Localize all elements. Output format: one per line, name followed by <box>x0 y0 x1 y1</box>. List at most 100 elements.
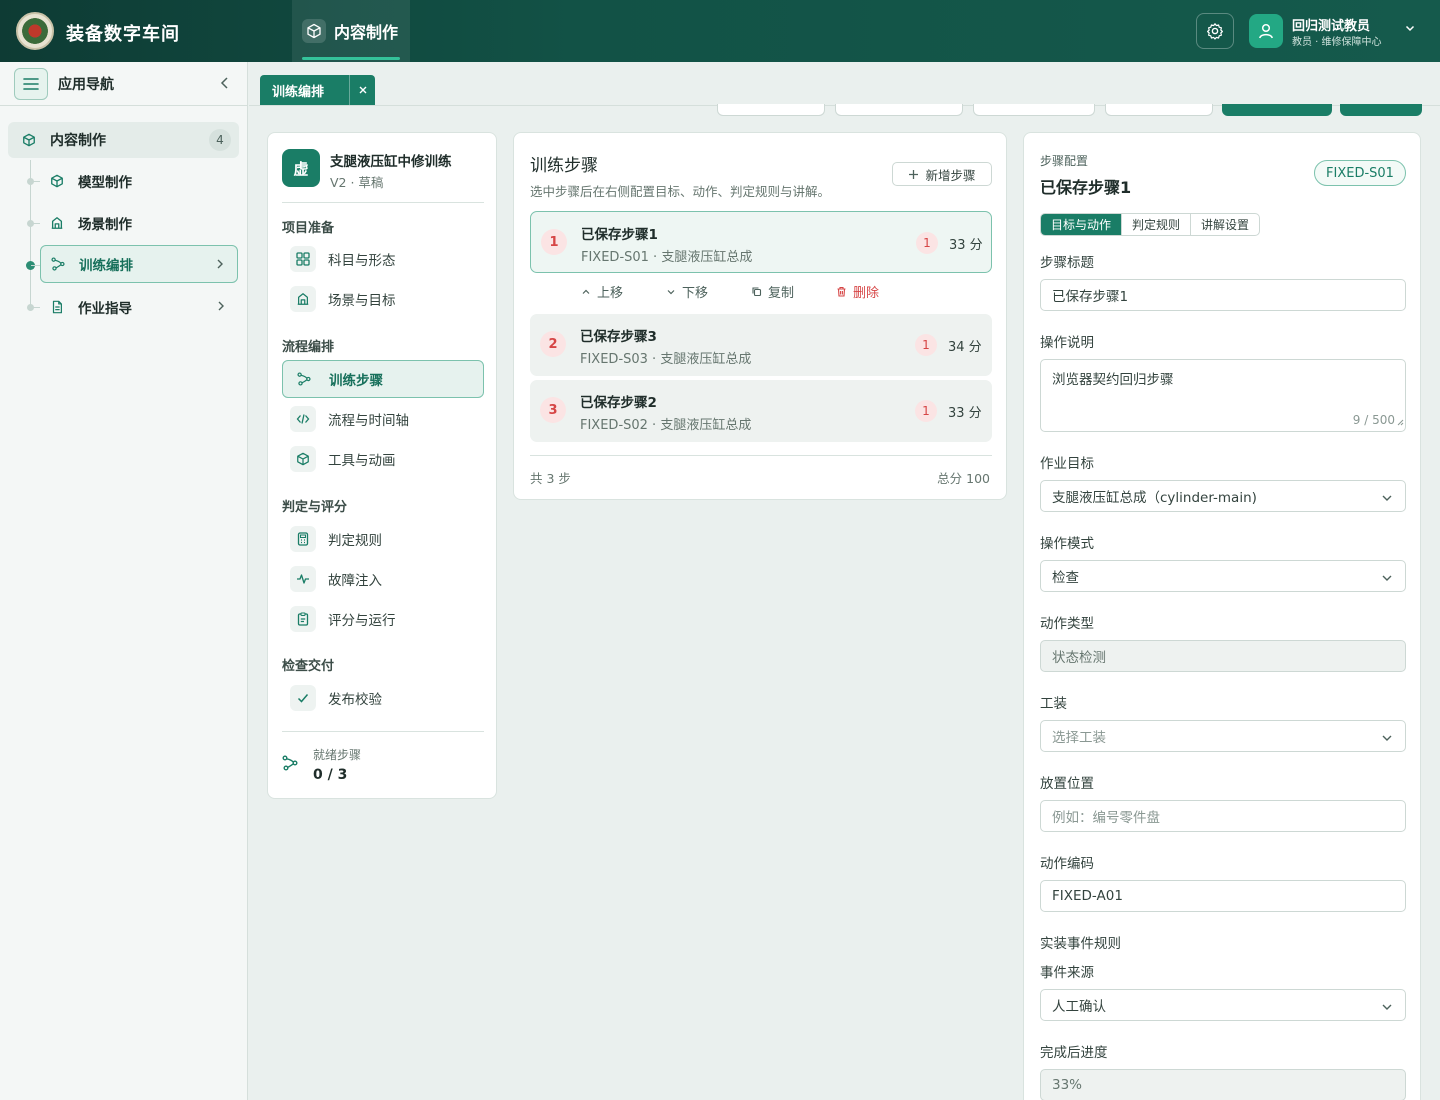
sidebar-group-content-production[interactable]: 内容制作 4 <box>8 122 239 158</box>
top-tab-content-production[interactable]: 内容制作 <box>292 0 410 62</box>
nav-publish-check[interactable]: 发布校验 <box>282 679 484 717</box>
toolbar-publish-button[interactable] <box>1340 104 1422 116</box>
sidebar-item-label: 训练编排 <box>79 258 133 274</box>
tab-strip: 训练编排 <box>249 62 1440 106</box>
nav-fault-injection[interactable]: 故障注入 <box>282 560 484 598</box>
nav-scene-target[interactable]: 场景与目标 <box>282 280 484 318</box>
tree-stub <box>31 307 40 308</box>
sidebar-group-count: 4 <box>209 129 231 151</box>
trash-icon <box>837 286 846 297</box>
chevron-left-icon[interactable] <box>219 76 231 94</box>
nav-tools-animation[interactable]: 工具与动画 <box>282 440 484 478</box>
active-tab-indicator <box>302 57 400 60</box>
sidebar-title: 应用导航 <box>58 76 114 93</box>
nav-scoring-run[interactable]: 评分与运行 <box>282 600 484 638</box>
steps-title: 训练步骤 <box>530 156 598 176</box>
nav-label: 训练步骤 <box>329 373 383 389</box>
document-icon <box>52 300 62 314</box>
tab-narration[interactable]: 讲解设置 <box>1191 214 1259 235</box>
toolbar-button[interactable] <box>717 104 825 116</box>
chevron-down-icon <box>1381 491 1393 507</box>
nav-flow-timeline[interactable]: 流程与时间轴 <box>282 400 484 438</box>
step-title: 已保存步骤3 <box>580 329 657 345</box>
cube-icon <box>23 133 35 147</box>
nav-judge-rules[interactable]: 判定规则 <box>282 520 484 558</box>
event-source-value: 人工确认 <box>1052 999 1106 1015</box>
sidebar-item-training[interactable]: 训练编排 <box>40 245 238 283</box>
step-subtitle: FIXED-S03 · 支腿液压缸总成 <box>580 352 752 367</box>
tool-label: 工装 <box>1040 696 1067 712</box>
event-source-select[interactable]: 人工确认 <box>1040 989 1406 1021</box>
chevron-up-icon <box>582 289 590 294</box>
project-version: V2 · 草稿 <box>330 175 384 190</box>
chevron-down-icon <box>1381 1000 1393 1016</box>
toolbar-save-button[interactable] <box>1222 104 1332 116</box>
resize-handle-icon[interactable] <box>1396 414 1404 430</box>
step-card[interactable]: 2 已保存步骤3 FIXED-S03 · 支腿液压缸总成 1 34 分 <box>530 314 992 376</box>
move-down-label: 下移 <box>682 286 709 301</box>
step-title-input[interactable]: 已保存步骤1 <box>1040 279 1406 311</box>
target-label: 作业目标 <box>1040 456 1094 472</box>
delete-button[interactable]: 删除 <box>836 282 879 301</box>
section-title: 判定与评分 <box>282 500 348 515</box>
divider <box>282 202 484 203</box>
nav-training-steps[interactable]: 训练步骤 <box>282 360 484 398</box>
desc-textarea[interactable]: 浏览器契约回归步骤 9 / 500 <box>1040 359 1406 432</box>
tab-training[interactable]: 训练编排 <box>260 75 375 105</box>
nav-label: 工具与动画 <box>328 453 396 469</box>
sidebar-item-label: 场景制作 <box>78 217 132 233</box>
user-name[interactable]: 回归测试教员 <box>1292 15 1370 34</box>
check-icon <box>290 685 316 711</box>
close-icon[interactable] <box>349 75 375 105</box>
chevron-down-icon[interactable] <box>1404 22 1416 38</box>
step-subtitle: FIXED-S01 · 支腿液压缸总成 <box>581 250 753 265</box>
step-card[interactable]: 3 已保存步骤2 FIXED-S02 · 支腿液压缸总成 1 33 分 <box>530 380 992 442</box>
nav-label: 故障注入 <box>328 573 382 589</box>
desc-label: 操作说明 <box>1040 335 1094 351</box>
tree-stub <box>31 181 40 182</box>
toolbar-button[interactable] <box>973 104 1095 116</box>
sidebar-item-scene[interactable]: 场景制作 <box>40 204 238 242</box>
divider <box>530 455 992 456</box>
toolbar-button[interactable] <box>835 104 963 116</box>
section-title: 项目准备 <box>282 221 335 236</box>
sidebar-item-model[interactable]: 模型制作 <box>40 162 238 200</box>
nav-label: 发布校验 <box>328 692 382 708</box>
add-step-button[interactable]: 新增步骤 <box>892 162 992 186</box>
place-input[interactable]: 例如：编号零件盘 <box>1040 800 1406 832</box>
code-icon <box>290 406 316 432</box>
config-title: 已保存步骤1 <box>1040 178 1132 197</box>
flow-icon <box>282 755 298 775</box>
toolbar-button[interactable] <box>1105 104 1213 116</box>
step-title-value: 已保存步骤1 <box>1052 289 1129 305</box>
cube-icon <box>51 174 63 188</box>
tool-select[interactable]: 选择工装 <box>1040 720 1406 752</box>
tab-target-action[interactable]: 目标与动作 <box>1041 214 1123 235</box>
move-down-button[interactable]: 下移 <box>666 282 708 301</box>
cube-icon <box>290 446 316 472</box>
move-up-button[interactable]: 上移 <box>581 282 623 301</box>
event-source-label: 事件来源 <box>1040 965 1094 981</box>
copy-button[interactable]: 复制 <box>751 282 794 301</box>
step-score: 34 分 <box>948 340 982 355</box>
divider <box>282 731 484 732</box>
step-card[interactable]: 1 已保存步骤1 FIXED-S01 · 支腿液压缸总成 1 33 分 <box>530 211 992 273</box>
top-bar: 装备数字车间 内容制作 回归测试教员 教员 · 维修保障中心 <box>0 0 1440 62</box>
action-code-input[interactable]: FIXED-A01 <box>1040 880 1406 912</box>
event-rules-label: 实装事件规则 <box>1040 936 1121 952</box>
settings-button[interactable] <box>1196 13 1234 49</box>
target-select[interactable]: 支腿液压缸总成（cylinder-main) <box>1040 480 1406 512</box>
sidebar-item-label: 作业指导 <box>78 301 132 317</box>
user-role: 教员 · 维修保障中心 <box>1292 37 1382 48</box>
total-steps: 共 3 步 <box>530 471 571 486</box>
nav-subject-form[interactable]: 科目与形态 <box>282 240 484 278</box>
step-subtitle: FIXED-S02 · 支腿液压缸总成 <box>580 418 752 433</box>
sidebar-item-guidance[interactable]: 作业指导 <box>40 288 238 326</box>
tab-judge-rules[interactable]: 判定规则 <box>1122 214 1192 235</box>
mode-select[interactable]: 检查 <box>1040 560 1406 592</box>
step-number: 3 <box>540 397 566 423</box>
progress-field: 33% <box>1040 1069 1406 1100</box>
menu-toggle-button[interactable] <box>14 67 48 100</box>
avatar[interactable] <box>1249 14 1283 48</box>
copy-label: 复制 <box>768 286 795 301</box>
